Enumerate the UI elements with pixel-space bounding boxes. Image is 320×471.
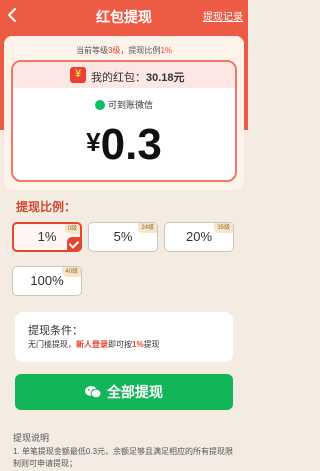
level-badge: 35级 <box>214 223 233 233</box>
level-badge: 24级 <box>138 223 157 233</box>
wechat-icon <box>94 100 105 110</box>
withdraw-amount: ¥0.3 <box>86 120 162 169</box>
withdraw-all-button[interactable]: 全部提现 <box>15 374 233 410</box>
withdraw-amount-card: 我的红包：30.18元 可到账微信 ¥0.3 <box>11 60 237 182</box>
level-badge: 0级 <box>64 224 80 234</box>
ratio-option-4[interactable]: 100% 40级 <box>12 266 82 296</box>
wechat-destination: 可到账微信 <box>13 98 235 111</box>
condition-card: 提现条件： 无门槛提现，新人登录即可按1%提现 <box>15 312 233 362</box>
ratio-option-1[interactable]: 1% 0级 <box>12 222 82 252</box>
withdraw-history-link[interactable]: 提现记录 <box>203 8 243 23</box>
app-header: 红包提现 提现记录 <box>0 0 248 30</box>
redpacket-balance: 我的红包：30.18元 <box>91 72 185 84</box>
level-badge: 40级 <box>62 267 81 277</box>
condition-title: 提现条件： <box>28 325 83 337</box>
condition-text: 无门槛提现，新人登录即可按1%提现 <box>28 340 160 349</box>
redpacket-bar: 我的红包：30.18元 <box>13 62 235 88</box>
ratio-option-3[interactable]: 20% 35级 <box>164 222 234 252</box>
red-packet-icon <box>70 67 86 83</box>
notes-title: 提现说明 <box>13 433 50 443</box>
notes-text: 1. 单笔提现金额最低0.3元，余额足够且满足相应的所有提现限制则可申请提现； <box>13 447 234 468</box>
level-info: 当前等级3级，提现比例1% <box>75 46 172 55</box>
ratio-section-title: 提现比例： <box>16 200 77 214</box>
ratio-option-2[interactable]: 5% 24级 <box>88 222 158 252</box>
check-icon <box>67 237 81 251</box>
wechat-icon <box>85 386 101 399</box>
